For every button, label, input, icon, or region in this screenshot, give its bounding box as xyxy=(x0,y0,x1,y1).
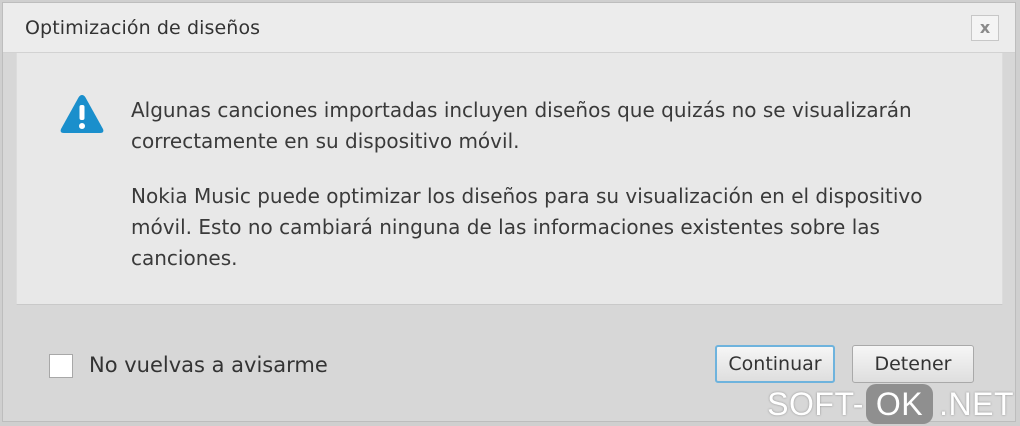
warning-triangle-icon xyxy=(60,95,104,133)
watermark-text-right: .NET xyxy=(939,385,1014,422)
title-bar: Optimización de diseños x xyxy=(3,3,1015,53)
continue-button[interactable]: Continuar xyxy=(715,345,835,383)
dialog-title: Optimización de diseños xyxy=(25,17,261,39)
watermark-logo: SOFT- OK .NET xyxy=(767,382,1014,426)
stop-button[interactable]: Detener xyxy=(852,345,974,383)
watermark-text-left: SOFT- xyxy=(767,385,864,422)
message-paragraph-2: Nokia Music puede optimizar los diseños … xyxy=(131,184,923,270)
dont-warn-again-checkbox[interactable] xyxy=(49,354,73,378)
message-paragraph-1: Algunas canciones importadas incluyen di… xyxy=(131,98,912,153)
dont-warn-again-label[interactable]: No vuelvas a avisarme xyxy=(89,353,328,377)
dialog-window: Optimización de diseños x Algunas cancio… xyxy=(2,2,1016,422)
close-button[interactable]: x xyxy=(971,15,999,41)
close-icon: x xyxy=(979,18,991,37)
watermark-badge: OK xyxy=(865,384,934,424)
message-panel: Algunas canciones importadas incluyen di… xyxy=(16,53,1003,305)
message-text: Algunas canciones importadas incluyen di… xyxy=(131,95,981,274)
